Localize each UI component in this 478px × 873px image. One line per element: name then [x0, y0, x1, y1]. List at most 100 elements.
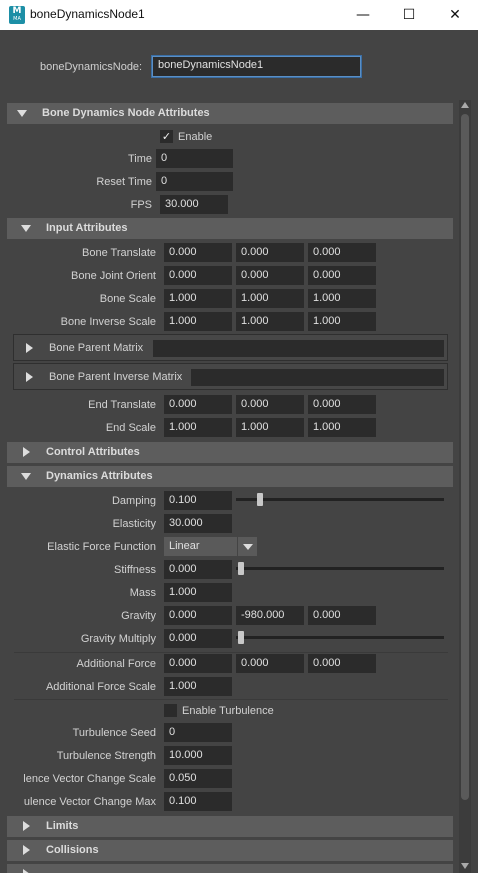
section-title: Limits [46, 820, 79, 832]
bone-translate-y-field[interactable]: 0.000 [236, 243, 304, 262]
bone-translate-z-field[interactable]: 0.000 [308, 243, 376, 262]
bone-parent-inverse-matrix-label: Bone Parent Inverse Matrix [49, 371, 183, 383]
reset-time-field[interactable]: 0 [156, 172, 233, 191]
title-bar: M MA boneDynamicsNode1 — ☐ ✕ [0, 0, 478, 30]
enable-label: Enable [178, 131, 213, 143]
gravity-z-field[interactable]: 0.000 [308, 606, 376, 625]
chevron-down-icon[interactable] [237, 537, 257, 556]
expand-triangle-icon [23, 869, 30, 873]
turbulence-seed-label: Turbulence Seed [72, 727, 156, 739]
bone-inverse-scale-x-field[interactable]: 1.000 [164, 312, 232, 331]
bone-scale-z-field[interactable]: 1.000 [308, 289, 376, 308]
turbulence-vector-change-scale-label: lence Vector Change Scale [23, 773, 156, 785]
enable-checkbox[interactable]: ✓ [160, 130, 173, 143]
mass-field[interactable]: 1.000 [164, 583, 232, 602]
gravity-multiply-slider-track[interactable] [236, 636, 444, 639]
bone-parent-matrix-field[interactable] [153, 340, 444, 357]
gravity-multiply-slider-handle[interactable] [238, 631, 244, 644]
bone-parent-inverse-matrix-field[interactable] [191, 369, 444, 386]
elastic-force-function-dropdown[interactable]: Linear [164, 537, 237, 556]
divider [14, 652, 448, 653]
gravity-y-field[interactable]: -980.000 [236, 606, 304, 625]
bone-inverse-scale-z-field[interactable]: 1.000 [308, 312, 376, 331]
collapse-triangle-icon [21, 225, 31, 232]
end-translate-y-field[interactable]: 0.000 [236, 395, 304, 414]
section-title: Control Attributes [46, 446, 140, 458]
turbulence-strength-field[interactable]: 10.000 [164, 746, 232, 765]
maya-app-icon: M MA [9, 6, 25, 24]
enable-turbulence-checkbox[interactable] [164, 704, 177, 717]
bone-parent-matrix-frame[interactable]: Bone Parent Matrix [13, 334, 448, 361]
close-button[interactable]: ✕ [432, 0, 478, 30]
fps-field[interactable]: 30.000 [160, 195, 228, 214]
time-field[interactable]: 0 [156, 149, 233, 168]
damping-field[interactable]: 0.100 [164, 491, 232, 510]
expand-triangle-icon [26, 372, 33, 382]
section-limits[interactable]: Limits [7, 816, 453, 837]
damping-slider-track[interactable] [236, 498, 444, 501]
additional-force-scale-field[interactable]: 1.000 [164, 677, 232, 696]
bone-joint-orient-z-field[interactable]: 0.000 [308, 266, 376, 285]
stiffness-label: Stiffness [114, 564, 156, 576]
bone-parent-inverse-matrix-frame[interactable]: Bone Parent Inverse Matrix [13, 363, 448, 390]
end-scale-y-field[interactable]: 1.000 [236, 418, 304, 437]
section-title: Bone Dynamics Node Attributes [42, 107, 210, 119]
elastic-force-function-label: Elastic Force Function [47, 541, 156, 553]
bone-inverse-scale-label: Bone Inverse Scale [60, 316, 156, 328]
bone-inverse-scale-y-field[interactable]: 1.000 [236, 312, 304, 331]
turbulence-vector-change-max-field[interactable]: 0.100 [164, 792, 232, 811]
bone-joint-orient-y-field[interactable]: 0.000 [236, 266, 304, 285]
stiffness-slider-track[interactable] [236, 567, 444, 570]
divider [14, 699, 448, 700]
end-scale-label: End Scale [105, 422, 156, 434]
additional-force-y-field[interactable]: 0.000 [236, 654, 304, 673]
bone-translate-label: Bone Translate [82, 247, 156, 259]
bone-scale-y-field[interactable]: 1.000 [236, 289, 304, 308]
scroll-down-icon[interactable] [461, 863, 469, 869]
bone-scale-label: Bone Scale [99, 293, 156, 305]
node-name-field[interactable]: boneDynamicsNode1 [152, 56, 361, 77]
gravity-multiply-field[interactable]: 0.000 [164, 629, 232, 648]
expand-triangle-icon [23, 845, 30, 855]
window-title: boneDynamicsNode1 [30, 7, 145, 21]
additional-force-z-field[interactable]: 0.000 [308, 654, 376, 673]
bone-translate-x-field[interactable]: 0.000 [164, 243, 232, 262]
scroll-up-icon[interactable] [461, 102, 469, 108]
stiffness-field[interactable]: 0.000 [164, 560, 232, 579]
section-title: Collisions [46, 844, 99, 856]
section-dynamics-attributes[interactable]: Dynamics Attributes [7, 466, 453, 487]
section-collisions[interactable]: Collisions [7, 840, 453, 861]
section-bone-dynamics-node-attributes[interactable]: Bone Dynamics Node Attributes [7, 103, 453, 124]
elasticity-label: Elasticity [112, 518, 156, 530]
gravity-label: Gravity [121, 610, 156, 622]
end-translate-x-field[interactable]: 0.000 [164, 395, 232, 414]
bone-joint-orient-x-field[interactable]: 0.000 [164, 266, 232, 285]
additional-force-x-field[interactable]: 0.000 [164, 654, 232, 673]
damping-slider-handle[interactable] [257, 493, 263, 506]
turbulence-vector-change-max-label: ulence Vector Change Max [23, 796, 156, 808]
mass-label: Mass [129, 587, 156, 599]
gravity-x-field[interactable]: 0.000 [164, 606, 232, 625]
node-name-label: boneDynamicsNode: [40, 61, 143, 73]
time-label: Time [127, 153, 152, 165]
elasticity-field[interactable]: 30.000 [164, 514, 232, 533]
reset-time-label: Reset Time [96, 176, 152, 188]
maximize-button[interactable]: ☐ [386, 0, 432, 30]
vertical-scrollbar[interactable] [459, 100, 471, 873]
stiffness-slider-handle[interactable] [238, 562, 244, 575]
collapse-triangle-icon [17, 110, 27, 117]
section-partial[interactable] [7, 864, 453, 873]
section-input-attributes[interactable]: Input Attributes [7, 218, 453, 239]
end-scale-x-field[interactable]: 1.000 [164, 418, 232, 437]
end-translate-z-field[interactable]: 0.000 [308, 395, 376, 414]
additional-force-scale-label: Additional Force Scale [45, 681, 156, 693]
turbulence-vector-change-scale-field[interactable]: 0.050 [164, 769, 232, 788]
end-scale-z-field[interactable]: 1.000 [308, 418, 376, 437]
expand-triangle-icon [26, 343, 33, 353]
bone-scale-x-field[interactable]: 1.000 [164, 289, 232, 308]
expand-triangle-icon [23, 447, 30, 457]
section-control-attributes[interactable]: Control Attributes [7, 442, 453, 463]
scrollbar-thumb[interactable] [461, 114, 469, 800]
minimize-button[interactable]: — [340, 0, 386, 30]
turbulence-seed-field[interactable]: 0 [164, 723, 232, 742]
